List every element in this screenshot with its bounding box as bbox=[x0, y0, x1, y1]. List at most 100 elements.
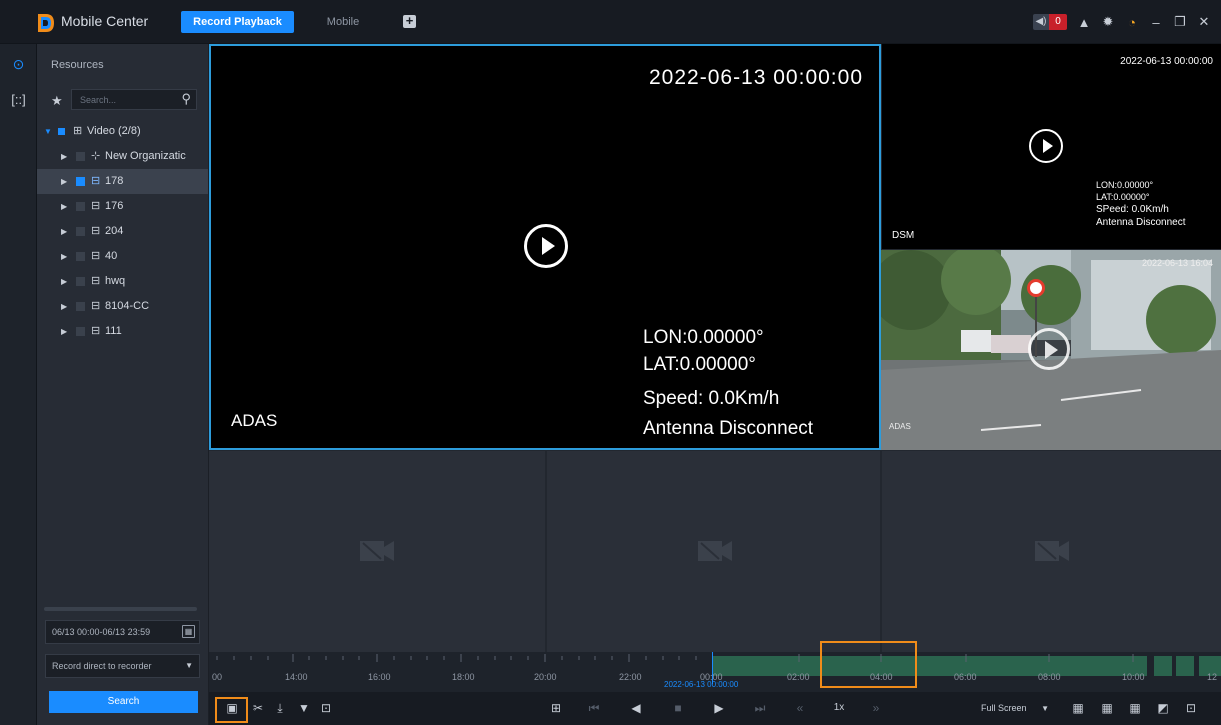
timeline-tick: 12 bbox=[1207, 672, 1218, 682]
tree-item-hwq[interactable]: ▶ ⊟ hwq bbox=[37, 269, 208, 294]
playback-timeline[interactable]: 00 14:00 16:00 18:00 20:00 22:00 00:00 0… bbox=[209, 652, 1221, 692]
date-range-field[interactable]: 06/13 00:00-06/13 23:59 ▦ bbox=[45, 620, 200, 644]
calendar-icon[interactable]: ▦ bbox=[182, 625, 195, 638]
chevron-down-icon: ▼ bbox=[185, 661, 193, 670]
tree-checkbox[interactable] bbox=[76, 327, 85, 336]
tree-item-111[interactable]: ▶ ⊟ 111 bbox=[37, 319, 208, 344]
video-timestamp: 2022-06-13 00:00:00 bbox=[649, 66, 863, 89]
window-controls: ◀) 0 ▲ ✹ ◔ – ❐ ✕ bbox=[1033, 12, 1211, 32]
view-layout-icon[interactable]: [::] bbox=[10, 91, 27, 108]
tree-horizontal-scrollbar[interactable] bbox=[44, 607, 197, 611]
search-box: ⚲ bbox=[71, 89, 197, 110]
tree-checkbox[interactable] bbox=[76, 252, 85, 261]
tree-item-176[interactable]: ▶ ⊟ 176 bbox=[37, 194, 208, 219]
tree-item-178[interactable]: ▶ ⊟ 178 bbox=[37, 169, 208, 194]
tree-checkbox[interactable] bbox=[76, 227, 85, 236]
expand-right-icon[interactable]: ▶ bbox=[61, 269, 67, 294]
organization-icon: ⊹ bbox=[91, 150, 101, 162]
playback-speed[interactable]: 1x bbox=[829, 701, 849, 715]
video-antenna-status: Antenna Disconnect bbox=[1096, 217, 1186, 228]
tree-checkbox[interactable] bbox=[76, 202, 85, 211]
expand-right-icon[interactable]: ▶ bbox=[61, 144, 67, 169]
video-window-street[interactable]: 2022-06-13 16:04 ADAS bbox=[881, 250, 1221, 450]
user-icon[interactable]: ▲ bbox=[1077, 15, 1091, 30]
video-window-empty[interactable] bbox=[547, 451, 880, 652]
tree-checkbox-partial[interactable] bbox=[58, 128, 65, 135]
record-mode-value: Record direct to recorder bbox=[52, 661, 152, 671]
record-mode-select[interactable]: Record direct to recorder ▼ bbox=[45, 654, 200, 678]
highlight-box-timeline bbox=[820, 641, 917, 688]
previous-frame-icon[interactable]: ⏮ bbox=[587, 701, 601, 715]
play-icon[interactable] bbox=[524, 224, 568, 268]
video-window-dsm[interactable]: 2022-06-13 00:00:00 LON:0.00000° LAT:0.0… bbox=[882, 44, 1221, 249]
timeline-tick: 22:00 bbox=[619, 672, 642, 682]
expand-right-icon[interactable]: ▶ bbox=[61, 169, 67, 194]
settings-gear-icon[interactable]: ✹ bbox=[1101, 14, 1115, 30]
restore-icon[interactable]: ❐ bbox=[1173, 14, 1187, 30]
playback-resources-icon[interactable]: ⊙ bbox=[10, 56, 27, 73]
tree-item-new-organization[interactable]: ▶ ⊹ New Organizatic bbox=[37, 144, 208, 169]
tab-mobile[interactable]: Mobile bbox=[318, 11, 368, 33]
layout-4-icon[interactable]: ▦ bbox=[1071, 701, 1085, 715]
layout-9-icon[interactable]: ▦ bbox=[1100, 701, 1114, 715]
video-channel-name: DSM bbox=[892, 230, 915, 241]
layout-16-icon[interactable]: ▦ bbox=[1128, 701, 1142, 715]
tree-item-label: 111 bbox=[105, 325, 122, 337]
tree-checkbox[interactable] bbox=[76, 152, 85, 161]
tree-checkbox-checked[interactable] bbox=[76, 177, 85, 186]
play-icon[interactable] bbox=[1029, 129, 1063, 163]
expand-down-icon[interactable]: ▼ bbox=[44, 119, 52, 144]
expand-right-icon[interactable]: ▶ bbox=[61, 219, 67, 244]
app-title: Mobile Center bbox=[61, 13, 149, 29]
video-lon: LON:0.00000° bbox=[1096, 180, 1154, 190]
highlight-box-lock bbox=[215, 697, 248, 723]
video-window-main[interactable]: 2022-06-13 00:00:00 LON:0.00000° LAT:0.0… bbox=[209, 44, 881, 450]
tree-item-8104-cc[interactable]: ▶ ⊟ 8104-CC bbox=[37, 294, 208, 319]
tree-checkbox[interactable] bbox=[76, 302, 85, 311]
favorites-star-icon[interactable]: ★ bbox=[51, 93, 63, 109]
fit-window-icon[interactable]: ⊡ bbox=[1184, 701, 1198, 715]
video-grid: 2022-06-13 00:00:00 LON:0.00000° LAT:0.0… bbox=[209, 44, 1221, 652]
alarm-count: 0 bbox=[1049, 14, 1067, 30]
expand-right-icon[interactable]: ▶ bbox=[61, 294, 67, 319]
play-icon[interactable] bbox=[1028, 328, 1070, 370]
sync-playback-icon[interactable]: ⊞ bbox=[549, 701, 563, 715]
add-tab-icon[interactable]: + bbox=[403, 14, 416, 28]
search-input[interactable] bbox=[72, 90, 172, 110]
video-window-empty[interactable] bbox=[209, 451, 545, 652]
video-window-empty[interactable] bbox=[882, 451, 1221, 652]
reverse-play-icon[interactable]: ◀ bbox=[629, 701, 643, 715]
tree-item-video[interactable]: ▼ ⊞ Video (2/8) bbox=[37, 119, 208, 144]
playback-toolbar: ▣ ✂ ⤓ ▼ ⊡ ⊞ ⏮ ◀ ■ ▶ ⏭ « 1x » Full Screen… bbox=[209, 692, 1221, 725]
stop-icon[interactable]: ■ bbox=[671, 701, 685, 715]
next-frame-icon[interactable]: ⏭ bbox=[753, 701, 767, 715]
play-forward-icon[interactable]: ▶ bbox=[712, 701, 726, 715]
tab-record-playback[interactable]: Record Playback bbox=[181, 11, 294, 33]
download-icon[interactable]: ⤓ bbox=[273, 701, 287, 715]
custom-layout-icon[interactable]: ◩ bbox=[1156, 701, 1170, 715]
expand-right-icon[interactable]: ▶ bbox=[61, 244, 67, 269]
search-button[interactable]: Search bbox=[49, 691, 198, 713]
tree-item-204[interactable]: ▶ ⊟ 204 bbox=[37, 219, 208, 244]
vehicle-online-icon: ⊟ bbox=[91, 175, 101, 187]
speed-up-icon[interactable]: » bbox=[869, 701, 883, 715]
filter-icon[interactable]: ▼ bbox=[297, 701, 311, 715]
video-lat: LAT:0.00000° bbox=[643, 354, 756, 375]
timeline-tick: 06:00 bbox=[954, 672, 977, 682]
record-search-icon[interactable]: ⊡ bbox=[319, 701, 333, 715]
full-screen-select[interactable]: Full Screen ▼ bbox=[981, 700, 1049, 717]
performance-gauge-icon[interactable]: ◔ bbox=[1125, 15, 1139, 30]
video-speed: Speed: 0.0Km/h bbox=[643, 388, 780, 409]
tree-item-label: 176 bbox=[105, 200, 124, 212]
date-range-value: 06/13 00:00-06/13 23:59 bbox=[52, 627, 151, 637]
alarm-indicator[interactable]: ◀) 0 bbox=[1033, 14, 1067, 30]
slow-down-icon[interactable]: « bbox=[793, 701, 807, 715]
clip-scissors-icon[interactable]: ✂ bbox=[251, 701, 265, 715]
expand-right-icon[interactable]: ▶ bbox=[61, 194, 67, 219]
minimize-icon[interactable]: – bbox=[1149, 15, 1163, 30]
tree-checkbox[interactable] bbox=[76, 277, 85, 286]
tree-item-40[interactable]: ▶ ⊟ 40 bbox=[37, 244, 208, 269]
search-icon[interactable]: ⚲ bbox=[181, 91, 191, 107]
expand-right-icon[interactable]: ▶ bbox=[61, 319, 67, 344]
close-icon[interactable]: ✕ bbox=[1197, 14, 1211, 30]
